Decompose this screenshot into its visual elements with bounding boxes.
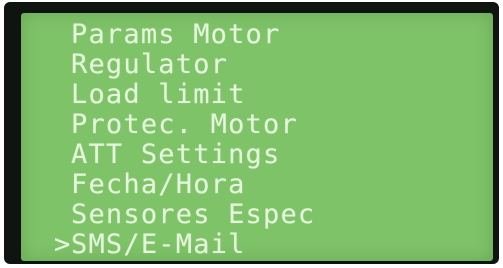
menu-item-label: Fecha/Hora	[71, 169, 246, 200]
menu-item-label: ATT Settings	[71, 139, 281, 170]
menu-list: Params Motor Regulator Load limit Protec…	[54, 20, 315, 260]
menu-item-label: Params Motor	[71, 19, 281, 50]
lcd-bezel: Params Motor Regulator Load limit Protec…	[4, 2, 499, 264]
menu-item-sms-email[interactable]: > SMS/E-Mail	[54, 229, 315, 260]
menu-item-label: Protec. Motor	[71, 109, 298, 140]
menu-item-att-settings[interactable]: ATT Settings	[71, 140, 315, 170]
menu-item-label: SMS/E-Mail	[71, 229, 246, 260]
menu-item-protec-motor[interactable]: Protec. Motor	[71, 110, 315, 140]
menu-item-load-limit[interactable]: Load limit	[71, 80, 315, 110]
menu-item-sensores-espec[interactable]: Sensores Espec	[71, 200, 315, 230]
menu-item-params-motor[interactable]: Params Motor	[71, 20, 315, 50]
lcd-screen: Params Motor Regulator Load limit Protec…	[21, 13, 493, 261]
menu-item-label: Regulator	[71, 49, 229, 80]
menu-item-label: Sensores Espec	[71, 199, 316, 230]
menu-item-regulator[interactable]: Regulator	[71, 50, 315, 80]
menu-item-label: Load limit	[71, 79, 246, 110]
selection-cursor: >	[54, 229, 72, 260]
menu-item-fecha-hora[interactable]: Fecha/Hora	[71, 170, 315, 200]
